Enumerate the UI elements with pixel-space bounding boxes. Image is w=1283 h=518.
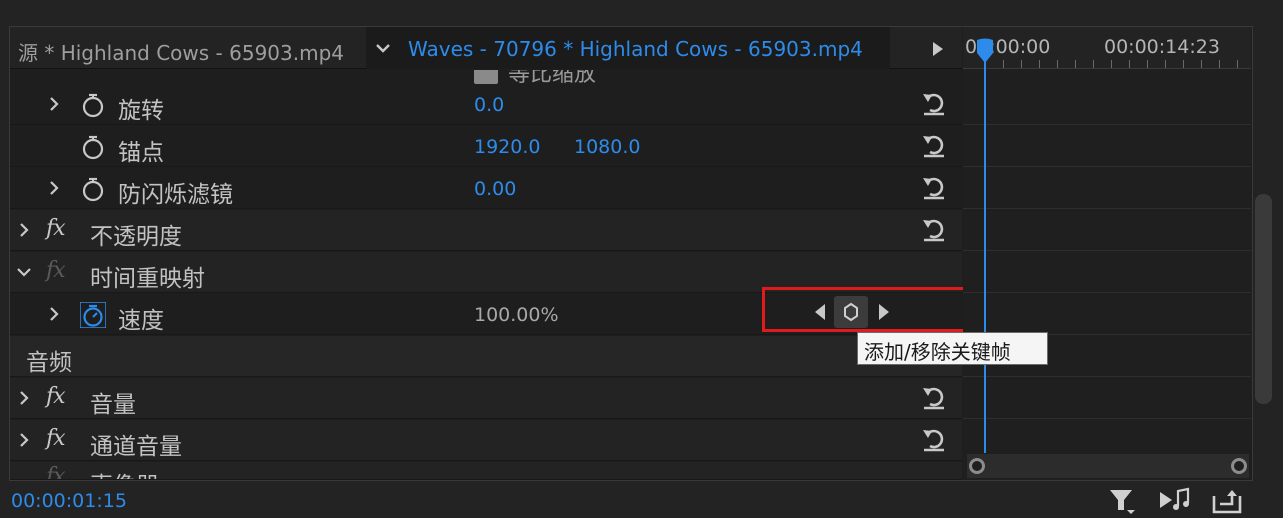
anchor-y-value[interactable]: 1080.0 [574,136,640,158]
property-row-anti-flicker: 防闪烁滤镜 0.00 [10,168,962,209]
effect-label: 声像器 [90,466,159,479]
effect-row-panner[interactable]: fx 声像器 [10,462,962,480]
anti-flicker-value[interactable]: 0.00 [474,178,516,200]
section-audio: 音频 [10,336,962,377]
chevron-down-icon[interactable] [16,264,32,280]
effect-label: 时间重映射 [90,266,205,292]
zoom-handle-right[interactable] [1231,458,1247,474]
uniform-scale-row: 等比缩放 [10,70,962,84]
next-keyframe-icon[interactable] [876,302,892,322]
uniform-scale-checkbox[interactable] [474,70,498,84]
reset-icon[interactable] [920,216,948,242]
property-label: 防闪烁滤镜 [118,182,233,208]
stopwatch-icon[interactable] [80,92,106,118]
speed-value[interactable]: 100.00% [474,304,559,326]
fx-icon: fx [46,464,66,480]
reset-icon[interactable] [920,426,948,452]
effect-row-channel-volume[interactable]: fx 通道音量 [10,420,962,461]
timeline-zoom-scrollbar[interactable] [967,454,1249,478]
reset-icon[interactable] [920,132,948,158]
playhead-line[interactable] [984,39,986,453]
playhead-handle-icon[interactable] [975,38,995,64]
stopwatch-active-icon[interactable] [80,302,106,328]
uniform-scale-label: 等比缩放 [508,70,597,84]
tooltip: 添加/移除关键帧 [857,332,1048,365]
effect-row-opacity[interactable]: fx 不透明度 [10,210,962,251]
sequence-tab[interactable]: Waves - 70796 * Highland Cows - 65903.mp… [408,37,863,61]
rotation-value[interactable]: 0.0 [474,94,504,116]
panel-header: 源 * Highland Cows - 65903.mp4 Waves - 70… [10,27,962,69]
timeline-area[interactable]: 00:00:00 00:00:14:23 [963,27,1251,480]
fx-icon: fx [46,258,66,283]
reset-icon[interactable] [920,174,948,200]
property-label: 旋转 [118,98,164,124]
chevron-right-icon[interactable] [46,306,62,322]
property-row-rotation: 旋转 0.0 [10,84,962,125]
time-ruler[interactable]: 00:00:00 00:00:14:23 [963,27,1251,69]
chevron-right-icon[interactable] [46,180,62,196]
stopwatch-icon[interactable] [80,134,106,160]
keyframe-diamond-icon [844,302,858,322]
zoom-handle-left[interactable] [969,458,985,474]
export-icon[interactable] [1210,486,1244,516]
play-audio-icon[interactable] [1158,486,1192,516]
effect-label: 通道音量 [90,434,182,460]
filter-icon[interactable] [1106,486,1140,516]
anchor-x-value[interactable]: 1920.0 [474,136,540,158]
add-remove-keyframe-button[interactable] [834,296,868,328]
current-timecode[interactable]: 00:00:01:15 [11,490,127,512]
property-label: 速度 [118,308,164,334]
fx-icon[interactable]: fx [46,426,66,451]
play-triangle-icon[interactable] [928,39,948,59]
vertical-scrollbar[interactable] [1255,194,1272,404]
chevron-right-icon[interactable] [16,432,32,448]
effect-row-volume[interactable]: fx 音量 [10,378,962,419]
stopwatch-icon[interactable] [80,176,106,202]
reset-icon[interactable] [920,384,948,410]
chevron-down-icon[interactable] [366,27,400,69]
chevron-right-icon[interactable] [16,390,32,406]
fx-icon[interactable]: fx [46,216,66,241]
chevron-right-icon[interactable] [46,96,62,112]
source-tab[interactable]: 源 * Highland Cows - 65903.mp4 [18,37,344,66]
chevron-right-icon[interactable] [16,222,32,238]
previous-keyframe-icon[interactable] [812,302,828,322]
reset-icon[interactable] [920,90,948,116]
fx-icon[interactable]: fx [46,384,66,409]
property-label: 锚点 [118,140,164,166]
section-label: 音频 [26,350,72,376]
effect-label: 不透明度 [90,224,182,250]
effect-label: 音量 [90,392,136,418]
ruler-end-timecode: 00:00:14:23 [1104,36,1220,58]
property-row-anchor: 锚点 1920.0 1080.0 [10,126,962,167]
